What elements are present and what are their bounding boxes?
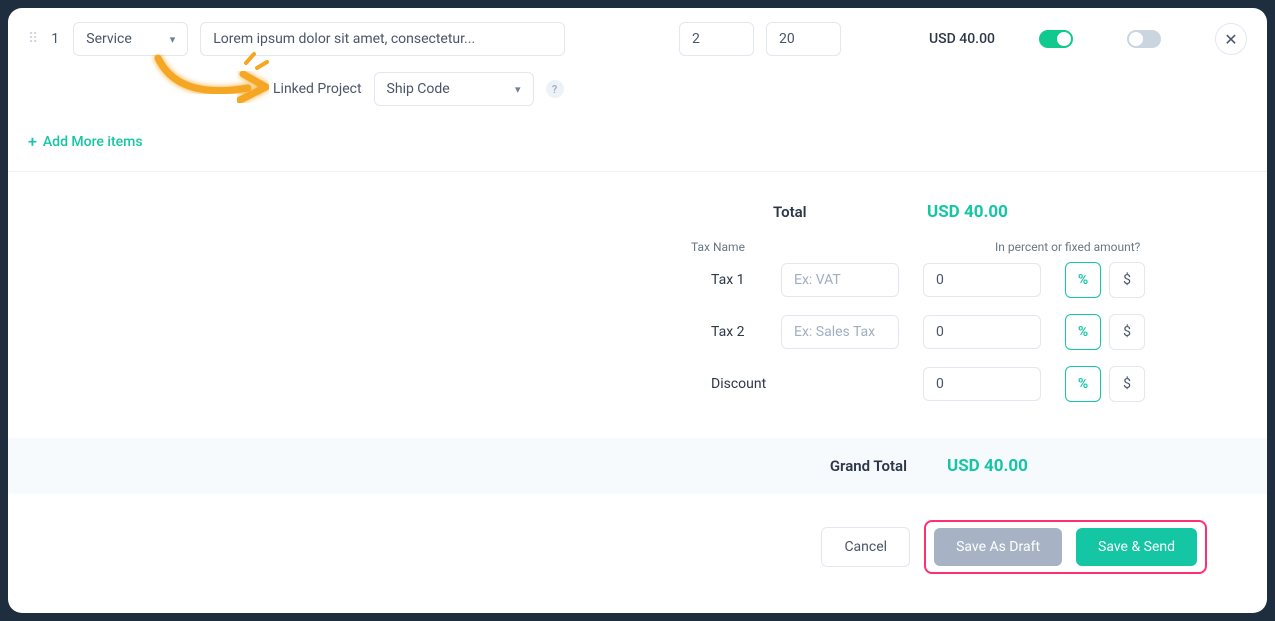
discount-value-input[interactable] bbox=[923, 367, 1041, 401]
tax1-label: Tax 1 bbox=[711, 272, 757, 288]
chevron-down-icon: ▾ bbox=[515, 83, 521, 96]
tax2-percent-button[interactable]: % bbox=[1065, 314, 1101, 350]
price-input[interactable] bbox=[766, 22, 841, 56]
linked-project-label: Linked Project bbox=[273, 81, 362, 97]
actions-row: Cancel Save As Draft Save & Send bbox=[8, 494, 1267, 600]
total-label: Total bbox=[773, 203, 903, 221]
tax1-percent-button[interactable]: % bbox=[1065, 262, 1101, 298]
item-type-value: Service bbox=[86, 31, 132, 47]
linked-project-select[interactable]: Ship Code ▾ bbox=[374, 72, 534, 106]
discount-label: Discount bbox=[711, 376, 781, 392]
save-draft-button[interactable]: Save As Draft bbox=[934, 528, 1062, 566]
line-total: USD 40.00 bbox=[905, 31, 995, 47]
total-value: USD 40.00 bbox=[927, 202, 1207, 222]
add-more-label: Add More items bbox=[43, 134, 143, 150]
item-toggle-2[interactable] bbox=[1127, 30, 1161, 48]
drag-handle-icon[interactable]: ⠿ bbox=[28, 31, 39, 47]
item-number: 1 bbox=[51, 31, 61, 47]
grand-total-value: USD 40.00 bbox=[947, 456, 1207, 476]
item-toggle-1[interactable] bbox=[1039, 30, 1073, 48]
grand-total-label: Grand Total bbox=[830, 457, 907, 475]
totals-area: Total USD 40.00 Tax Name In percent or f… bbox=[8, 172, 1267, 438]
linked-project-value: Ship Code bbox=[387, 81, 450, 97]
discount-percent-button[interactable]: % bbox=[1065, 366, 1101, 402]
line-item-row: ⠿ 1 Service ▾ USD 40.00 ✕ bbox=[8, 8, 1267, 56]
plus-icon: + bbox=[28, 132, 37, 151]
quantity-input[interactable] bbox=[679, 22, 754, 56]
tax2-dollar-button[interactable]: $ bbox=[1109, 314, 1145, 350]
tax2-name-input[interactable] bbox=[781, 315, 899, 349]
tax-header: Tax Name In percent or fixed amount? bbox=[8, 240, 1207, 254]
chevron-down-icon: ▾ bbox=[170, 33, 176, 46]
cancel-button[interactable]: Cancel bbox=[821, 527, 910, 567]
grand-total-bar: Grand Total USD 40.00 bbox=[8, 438, 1267, 494]
add-more-items-button[interactable]: + Add More items bbox=[8, 116, 163, 171]
tax1-dollar-button[interactable]: $ bbox=[1109, 262, 1145, 298]
discount-dollar-button[interactable]: $ bbox=[1109, 366, 1145, 402]
tax1-row: Tax 1 % $ bbox=[8, 262, 1207, 298]
tax1-value-input[interactable] bbox=[923, 263, 1041, 297]
invoice-modal: ⠿ 1 Service ▾ USD 40.00 ✕ Linked bbox=[8, 8, 1267, 613]
description-input[interactable] bbox=[200, 22, 565, 56]
tax2-value-input[interactable] bbox=[923, 315, 1041, 349]
item-type-select[interactable]: Service ▾ bbox=[73, 22, 188, 56]
tax2-label: Tax 2 bbox=[711, 324, 757, 340]
help-icon[interactable]: ? bbox=[546, 80, 564, 98]
save-send-button[interactable]: Save & Send bbox=[1076, 528, 1197, 566]
tax2-row: Tax 2 % $ bbox=[8, 314, 1207, 350]
tax-name-header: Tax Name bbox=[691, 240, 809, 254]
total-row: Total USD 40.00 bbox=[8, 202, 1207, 222]
remove-item-button[interactable]: ✕ bbox=[1215, 23, 1247, 55]
linked-project-row: Linked Project Ship Code ▾ ? bbox=[8, 56, 1267, 116]
tax1-name-input[interactable] bbox=[781, 263, 899, 297]
close-icon: ✕ bbox=[1224, 30, 1237, 49]
discount-row: Discount % $ bbox=[8, 366, 1207, 402]
percent-or-fixed-header: In percent or fixed amount? bbox=[995, 240, 1147, 254]
highlight-annotation: Save As Draft Save & Send bbox=[924, 520, 1207, 574]
